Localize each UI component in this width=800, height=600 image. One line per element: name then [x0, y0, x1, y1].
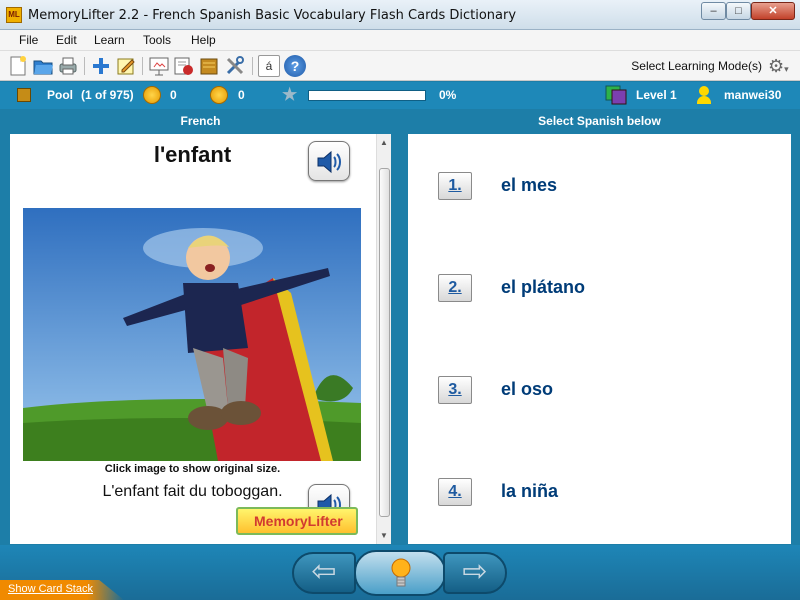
child-on-slide-photo [23, 208, 361, 461]
answer-text[interactable]: el oso [501, 379, 553, 400]
window-title-bar: ML MemoryLifter 2.2 - French Spanish Bas… [0, 0, 800, 30]
wrong-count: 0 [238, 88, 245, 102]
wrong-smiley-icon [210, 86, 228, 104]
scroll-up-arrow-icon[interactable]: ▲ [380, 138, 388, 147]
user-icon [697, 86, 711, 104]
answer-number-button[interactable]: 3. [438, 376, 472, 404]
new-document-icon[interactable] [7, 55, 29, 77]
print-icon[interactable] [57, 55, 79, 77]
slideshow-icon[interactable] [148, 55, 170, 77]
settings-tools-icon[interactable] [224, 55, 246, 77]
toolbar-divider [84, 57, 85, 75]
user-name: manwei30 [724, 88, 782, 102]
bottom-navigation: ⇦ ⇨ [0, 545, 800, 600]
memorylifter-logo: MemoryLifter [236, 507, 358, 535]
menu-learn[interactable]: Learn [94, 33, 125, 47]
question-image[interactable] [23, 208, 361, 461]
chevron-down-icon: ▾ [784, 64, 789, 74]
correct-count: 0 [170, 88, 177, 102]
level-boxes-icon [605, 85, 627, 105]
open-folder-icon[interactable] [32, 55, 54, 77]
previous-card-button[interactable]: ⇦ [292, 552, 356, 594]
answer-text[interactable]: la niña [501, 481, 558, 502]
window-title: MemoryLifter 2.2 - French Spanish Basic … [28, 8, 517, 23]
answer-column-label: Select Spanish below [538, 114, 661, 128]
help-icon[interactable]: ? [284, 55, 306, 77]
hint-button[interactable] [354, 550, 446, 596]
toolbar-divider [252, 57, 253, 75]
learning-mode-gear-icon[interactable]: ⚙▾ [768, 56, 790, 76]
minimize-button[interactable]: – [701, 2, 726, 20]
answer-panel: 1. el mes 2. el plátano 3. el oso 4. la … [408, 134, 791, 544]
answer-number-button[interactable]: 2. [438, 274, 472, 302]
menu-bar: File Edit Learn Tools Help [0, 30, 800, 51]
menu-edit[interactable]: Edit [56, 33, 77, 47]
image-caption: Click image to show original size. [104, 463, 281, 475]
pool-count: (1 of 975) [81, 88, 134, 102]
pool-label: Pool [47, 88, 73, 102]
cards-archive-icon[interactable] [198, 55, 220, 77]
menu-help[interactable]: Help [191, 33, 216, 47]
menu-file[interactable]: File [19, 33, 38, 47]
level-label: Level 1 [636, 88, 677, 102]
status-bar: Pool (1 of 975) 0 0 ★ 0% Level 1 manwei3… [0, 82, 800, 109]
edit-card-icon[interactable] [115, 55, 137, 77]
answer-number-button[interactable]: 4. [438, 478, 472, 506]
scroll-thumb[interactable] [379, 168, 390, 517]
add-card-icon[interactable] [90, 55, 112, 77]
toolbar-divider [142, 57, 143, 75]
progress-percent: 0% [439, 88, 457, 102]
star-icon: ★ [282, 85, 298, 104]
progress-bar [308, 90, 426, 101]
question-panel: l'enfant Click image to show original si… [10, 134, 391, 544]
scroll-down-arrow-icon[interactable]: ▼ [380, 531, 388, 540]
light-bulb-icon [391, 558, 411, 587]
answer-text[interactable]: el mes [501, 175, 557, 196]
next-card-button[interactable]: ⇨ [443, 552, 507, 594]
maximize-button[interactable]: □ [726, 2, 751, 20]
toolbar: á ? Select Learning Mode(s) ⚙▾ [0, 51, 800, 81]
question-column-label: French [180, 114, 221, 128]
play-word-audio-button[interactable] [308, 141, 350, 181]
learning-mode-label[interactable]: Select Learning Mode(s) [631, 59, 762, 73]
answer-text[interactable]: el plátano [501, 277, 585, 298]
speaker-icon [317, 150, 341, 174]
special-characters-icon[interactable]: á [258, 55, 280, 77]
answer-number-button[interactable]: 1. [438, 172, 472, 200]
correct-smiley-icon [143, 86, 161, 104]
statistics-icon[interactable] [173, 55, 195, 77]
question-scrollbar[interactable]: ▲ ▼ [376, 134, 391, 544]
app-icon: ML [6, 7, 22, 23]
show-card-stack-link[interactable]: Show Card Stack [8, 583, 93, 595]
menu-tools[interactable]: Tools [143, 33, 171, 47]
pool-box-icon [17, 88, 31, 102]
close-button[interactable]: ✕ [751, 2, 795, 20]
